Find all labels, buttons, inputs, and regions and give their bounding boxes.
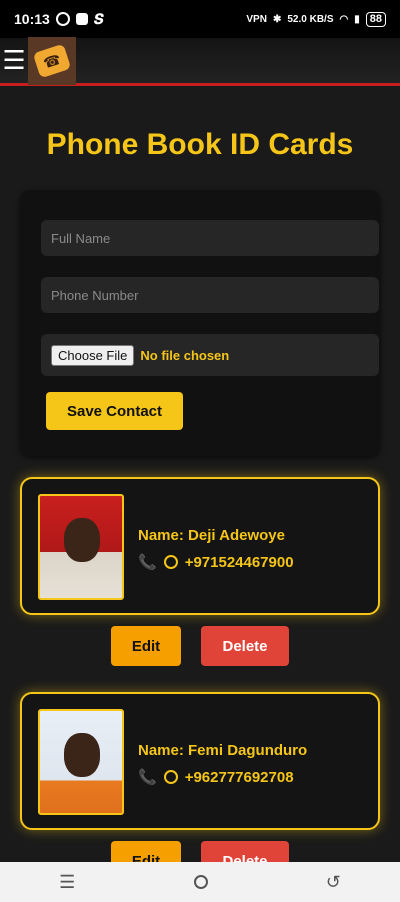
signal-icon: ▮ [354, 13, 360, 25]
net-speed-value: 52.0 [287, 13, 307, 25]
whatsapp-icon[interactable] [163, 555, 178, 569]
contact-actions: Edit Delete [0, 626, 400, 666]
phone-book-logo-icon[interactable]: ☎ [28, 36, 76, 85]
bluetooth-icon: ✱ [272, 13, 282, 25]
delete-button[interactable]: Delete [201, 626, 289, 666]
save-contact-button[interactable]: Save Contact [46, 392, 183, 430]
phone-number-input[interactable]: Phone Number [41, 277, 379, 313]
contact-phone-number[interactable]: +971524467900 [185, 554, 294, 571]
status-time: 10:13 [14, 11, 50, 27]
net-speed-unit: KB/S [309, 13, 334, 25]
status-bar: 10:13 𝑺 VPN ✱ 52.0 KB/S ◠ ▮ 88 [0, 0, 400, 38]
contact-name: Name: Deji Adewoye [138, 527, 285, 544]
contact-face [64, 733, 100, 777]
contact-form: Full Name Phone Number Choose File No fi… [20, 190, 380, 456]
vpn-icon: VPN [246, 13, 267, 25]
page-title: Phone Book ID Cards [46, 128, 354, 161]
edit-button[interactable]: Edit [111, 626, 181, 666]
contact-phone-row: 📞 +962777692708 [138, 768, 294, 787]
contact-photo [38, 709, 124, 815]
whatsapp-icon[interactable] [163, 770, 178, 784]
recents-icon[interactable]: ☰ [59, 872, 75, 893]
phone-icon[interactable]: 📞 [138, 553, 157, 571]
choose-file-button[interactable]: Choose File [51, 344, 135, 366]
back-icon[interactable]: ↺ [326, 872, 341, 893]
phone-icon[interactable]: 📞 [138, 768, 157, 786]
contact-card: Name: Deji Adewoye 📞 +971524467900 [20, 477, 380, 615]
app-header: ☰ ☎ [0, 36, 400, 86]
contact-name: Name: Femi Dagunduro [138, 742, 308, 759]
s-notification-icon: 𝑺 [93, 10, 104, 27]
hamburger-menu-icon[interactable]: ☰ [0, 37, 28, 85]
logo-phone-icon: ☎ [32, 43, 72, 78]
contact-phone-number[interactable]: +962777692708 [185, 769, 294, 786]
contact-phone-row: 📞 +971524467900 [138, 553, 294, 572]
home-icon[interactable] [193, 875, 208, 889]
whatsapp-notification-icon [55, 12, 70, 26]
photo-file-input[interactable]: Choose File No file chosen [41, 334, 379, 376]
app-notification-icon [75, 13, 88, 25]
contact-face [64, 518, 100, 562]
battery-indicator: 88 [365, 11, 386, 27]
file-status: No file chosen [140, 347, 230, 363]
net-speed: 52.0 KB/S [287, 14, 333, 25]
system-nav-bar: ☰ ↺ [0, 862, 400, 902]
contact-card: Name: Femi Dagunduro 📞 +962777692708 [20, 692, 380, 830]
full-name-input[interactable]: Full Name [41, 220, 379, 256]
wifi-icon: ◠ [339, 13, 349, 25]
contact-photo [38, 494, 124, 600]
